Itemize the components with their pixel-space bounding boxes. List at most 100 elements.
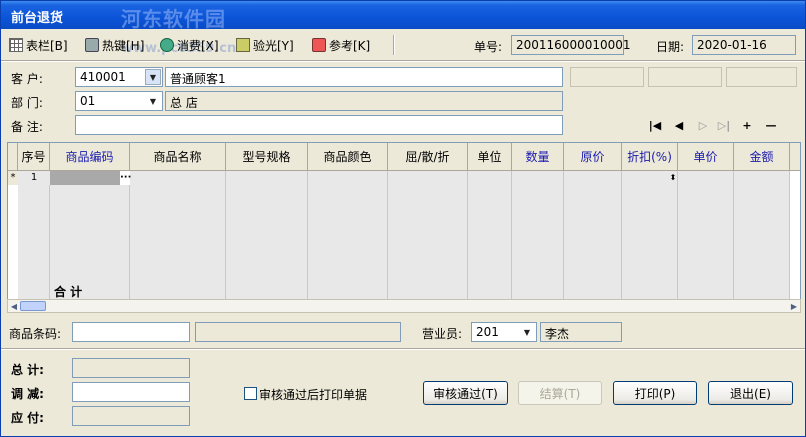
row-indicator: * [8, 171, 18, 185]
total-row-label: 合 计 [54, 285, 83, 299]
column-header[interactable]: 商品编码 [50, 143, 130, 171]
window-title: 前台退货 [11, 11, 64, 26]
total-field [72, 358, 190, 378]
column-header[interactable]: 商品颜色 [308, 143, 388, 171]
customer-extra-field-3 [726, 67, 797, 87]
clerk-label: 营业员: [422, 327, 463, 341]
divider [1, 60, 805, 62]
audit-button[interactable]: 审核通过(T) [423, 381, 508, 405]
column-header[interactable]: 单位 [468, 143, 512, 171]
grid-column [50, 171, 130, 299]
grid-column [734, 171, 790, 299]
customer-code-value: 410001 [80, 70, 126, 84]
title-bar: 前台退货 河东软件园 [1, 1, 805, 31]
horizontal-scrollbar[interactable]: ◀ ▶ [7, 299, 801, 313]
note-label: 备 注: [11, 120, 43, 134]
order-no-field: 200116000010001 [511, 35, 631, 55]
toolbar-button-label: 参考[K] [329, 38, 371, 53]
prev-record-icon[interactable]: ◀ [672, 118, 686, 132]
print-after-audit-label: 审核通过后打印单据 [259, 388, 368, 402]
toolbar: 表栏[B] 热键[H] 消费[X] 验光[Y] 参考[K] 单号: 200116… [1, 31, 805, 59]
keyboard-icon [85, 38, 99, 52]
customer-label: 客 户: [11, 72, 43, 86]
print-button[interactable]: 打印(P) [613, 381, 697, 405]
customer-name-field[interactable]: 普通顾客1 [165, 67, 563, 87]
items-grid[interactable]: 序号 商品编码 商品名称 型号规格 商品颜色 屈/散/折 单位 数量 原价 折扣… [7, 142, 801, 300]
chevron-down-icon[interactable]: ▼ [145, 69, 161, 85]
adjust-label: 调 减: [11, 387, 44, 401]
reference-button[interactable]: 参考[K] [312, 36, 370, 54]
column-header[interactable]: 商品名称 [130, 143, 226, 171]
department-name-field: 总 店 [165, 91, 563, 111]
verify-icon [236, 38, 250, 52]
active-code-cell[interactable] [50, 171, 130, 185]
grid-column [622, 171, 678, 299]
print-after-audit-checkbox[interactable] [244, 387, 257, 400]
department-code-combo[interactable]: 01 ▼ [75, 91, 163, 111]
grid-column [388, 171, 468, 299]
delete-record-icon[interactable]: — [764, 118, 778, 132]
grid-column [308, 171, 388, 299]
customer-code-combo[interactable]: 410001 ▼ [75, 67, 163, 87]
column-header[interactable]: 折扣(%) [622, 143, 678, 171]
date-field: 2020-01-16 [692, 35, 796, 55]
toolbar-separator [393, 35, 395, 55]
cash-icon [160, 38, 174, 52]
exit-button[interactable]: 退出(E) [708, 381, 793, 405]
last-record-icon[interactable]: ▷| [717, 118, 731, 132]
clerk-name-field: 李杰 [540, 322, 622, 342]
note-field[interactable] [75, 115, 563, 135]
grid-column [512, 171, 564, 299]
order-no-label: 单号: [474, 40, 503, 54]
consume-button[interactable]: 消费[X] [160, 36, 219, 54]
column-header[interactable]: 单价 [678, 143, 734, 171]
column-header[interactable]: 屈/散/折 [388, 143, 468, 171]
spin-icon[interactable]: ⬍ [668, 171, 678, 185]
grid-column [678, 171, 734, 299]
grid-column [130, 171, 226, 299]
payable-label: 应 付: [11, 411, 44, 425]
column-header[interactable]: 型号规格 [226, 143, 308, 171]
verify-button[interactable]: 验光[Y] [236, 36, 294, 54]
scroll-thumb[interactable] [20, 301, 46, 311]
hotkey-button[interactable]: 热键[H] [85, 36, 144, 54]
toolbar-button-label: 表栏[B] [26, 38, 68, 53]
column-header[interactable]: 原价 [564, 143, 622, 171]
toolbar-button-label: 热键[H] [102, 38, 145, 53]
header-filler [790, 143, 800, 171]
customer-extra-field-1 [570, 67, 644, 87]
scroll-left-icon[interactable]: ◀ [8, 300, 20, 312]
column-header[interactable]: 金额 [734, 143, 790, 171]
clerk-code-value: 201 [476, 325, 499, 339]
clerk-code-combo[interactable]: 201 ▼ [471, 322, 537, 342]
table-columns-button[interactable]: 表栏[B] [9, 36, 68, 54]
grid-column [18, 171, 50, 299]
row-index-cell: 1 [18, 171, 50, 185]
column-header[interactable]: 数量 [512, 143, 564, 171]
toolbar-button-label: 验光[Y] [253, 38, 294, 53]
toolbar-button-label: 消费[X] [177, 38, 219, 53]
grid-corner [8, 143, 18, 171]
first-record-icon[interactable]: |◀ [648, 118, 662, 132]
divider [1, 348, 805, 350]
grid-column [468, 171, 512, 299]
total-label: 总 计: [11, 363, 44, 377]
column-header[interactable]: 序号 [18, 143, 50, 171]
settle-button[interactable]: 结算(T) [518, 381, 602, 405]
date-label: 日期: [656, 40, 685, 54]
adjust-field[interactable] [72, 382, 190, 402]
barcode-label: 商品条码: [9, 327, 62, 341]
department-code-value: 01 [80, 94, 96, 108]
ellipsis-icon[interactable]: ··· [120, 171, 131, 185]
next-record-icon[interactable]: ▷ [696, 118, 710, 132]
reference-icon [312, 38, 326, 52]
table-icon [9, 38, 23, 52]
scroll-right-icon[interactable]: ▶ [788, 300, 800, 312]
add-record-icon[interactable]: + [740, 118, 754, 132]
grid-column [226, 171, 308, 299]
chevron-down-icon[interactable]: ▼ [145, 93, 161, 109]
customer-extra-field-2 [648, 67, 722, 87]
chevron-down-icon[interactable]: ▼ [519, 324, 535, 340]
barcode-input[interactable] [72, 322, 190, 342]
grid-column [564, 171, 622, 299]
